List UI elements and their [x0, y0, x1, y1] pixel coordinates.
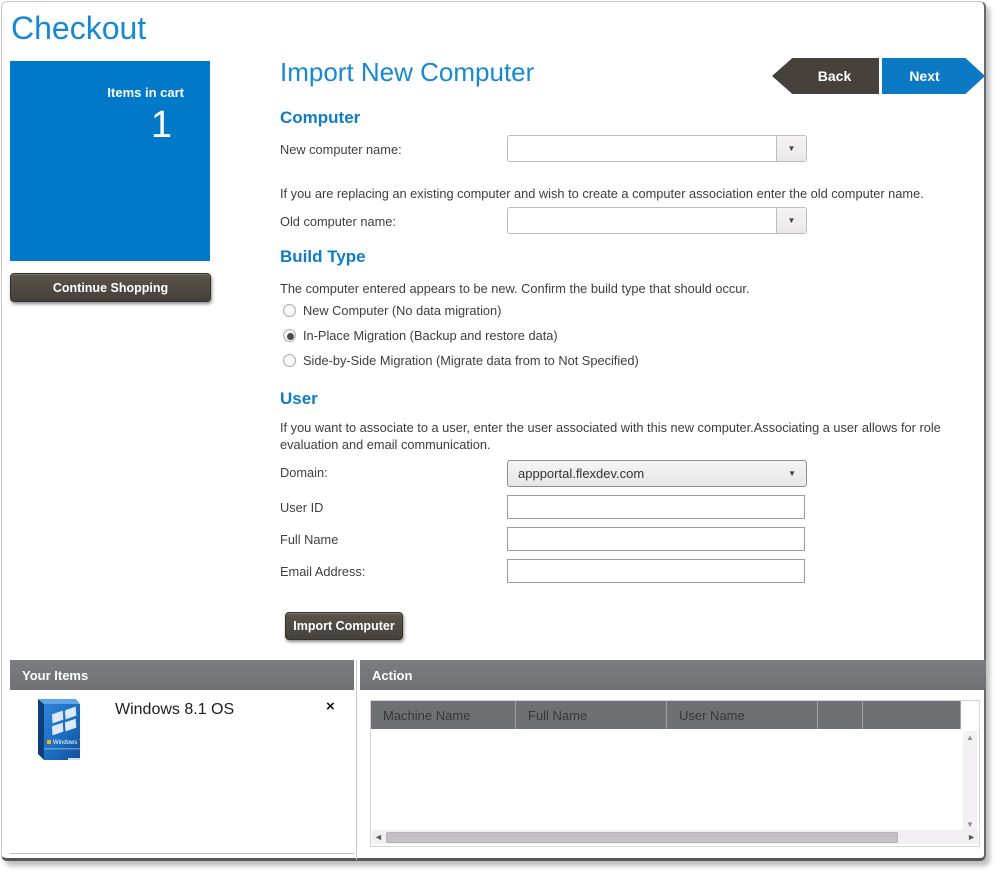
cart-item-row: Windows 7 Windows 8.1 OS ×	[10, 690, 354, 853]
new-computer-name-input[interactable]	[508, 136, 776, 161]
cart-summary-box: Items in cart 1	[10, 61, 210, 261]
old-computer-name-dropdown-button[interactable]: ▼	[776, 208, 806, 233]
continue-shopping-button[interactable]: Continue Shopping	[10, 273, 211, 302]
radio-unselected-icon[interactable]	[283, 304, 296, 317]
old-computer-name-combobox: ▼	[507, 207, 807, 234]
items-panel-divider-line	[10, 853, 354, 854]
scrollbar-thumb[interactable]	[386, 832, 898, 843]
cart-items-label: Items in cart	[10, 85, 210, 100]
panel-divider	[356, 660, 357, 860]
chevron-down-icon: ▼	[788, 144, 796, 153]
cart-count: 1	[10, 104, 210, 147]
chevron-down-icon: ▼	[788, 216, 796, 225]
email-address-field[interactable]	[507, 559, 805, 583]
computer-section-heading: Computer	[280, 108, 360, 128]
old-computer-name-label: Old computer name:	[280, 214, 396, 229]
user-id-field[interactable]	[507, 495, 805, 519]
cart-item-name: Windows 8.1 OS	[115, 701, 234, 719]
new-computer-name-dropdown-button[interactable]: ▼	[776, 136, 806, 161]
page-title: Checkout	[11, 10, 146, 47]
full-name-label: Full Name	[280, 532, 338, 547]
column-blank-2[interactable]	[863, 701, 961, 729]
build-type-note: The computer entered appears to be new. …	[280, 280, 987, 297]
scroll-right-icon[interactable]: ►	[967, 832, 976, 842]
radio-unselected-icon[interactable]	[283, 354, 296, 367]
scroll-left-icon[interactable]: ◄	[374, 832, 383, 842]
user-section-heading: User	[280, 389, 318, 409]
checkout-page: Checkout Items in cart 1 Continue Shoppi…	[1, 1, 986, 861]
user-note: If you want to associate to a user, ente…	[280, 419, 987, 453]
action-table-header: Machine Name Full Name User Name	[371, 701, 961, 729]
radio-option-label: In-Place Migration (Backup and restore d…	[303, 328, 558, 343]
build-type-section-heading: Build Type	[280, 247, 366, 267]
wizard-title: Import New Computer	[280, 57, 534, 88]
full-name-field[interactable]	[507, 527, 805, 551]
radio-option-new-computer[interactable]: New Computer (No data migration)	[283, 303, 501, 318]
radio-option-side-by-side-migration[interactable]: Side-by-Side Migration (Migrate data fro…	[283, 353, 639, 368]
association-note: If you are replacing an existing compute…	[280, 185, 987, 202]
radio-option-label: New Computer (No data migration)	[303, 303, 501, 318]
action-header: Action	[360, 660, 986, 690]
column-blank-1[interactable]	[818, 701, 863, 729]
back-button[interactable]: Back	[772, 58, 879, 94]
new-computer-name-combobox: ▼	[507, 135, 807, 162]
radio-selected-icon[interactable]	[283, 329, 296, 342]
chevron-down-icon: ▼	[788, 469, 796, 478]
radio-option-in-place-migration[interactable]: In-Place Migration (Backup and restore d…	[283, 328, 558, 343]
horizontal-scrollbar[interactable]: ◄ ►	[372, 830, 978, 844]
column-full-name[interactable]: Full Name	[516, 701, 667, 729]
scroll-up-icon[interactable]: ▲	[966, 733, 974, 742]
action-table: Machine Name Full Name User Name ▲ ▼ ◄ ►	[370, 700, 980, 847]
scroll-down-icon[interactable]: ▼	[966, 820, 974, 829]
user-id-label: User ID	[280, 500, 323, 515]
remove-item-icon[interactable]: ×	[326, 699, 335, 714]
your-items-header: Your Items	[10, 660, 354, 690]
column-machine-name[interactable]: Machine Name	[371, 701, 516, 729]
domain-select[interactable]: appportal.flexdev.com ▼	[507, 460, 807, 487]
email-address-label: Email Address:	[280, 564, 365, 579]
windows-box-art: Windows 7	[30, 696, 84, 764]
radio-option-label: Side-by-Side Migration (Migrate data fro…	[303, 353, 639, 368]
vertical-scrollbar[interactable]: ▲ ▼	[963, 731, 977, 831]
import-computer-button[interactable]: Import Computer	[285, 612, 403, 640]
svg-text:Windows 7: Windows 7	[53, 740, 83, 746]
domain-selected-value: appportal.flexdev.com	[518, 466, 644, 481]
old-computer-name-input[interactable]	[508, 208, 776, 233]
column-user-name[interactable]: User Name	[667, 701, 818, 729]
new-computer-name-label: New computer name:	[280, 142, 402, 157]
next-button[interactable]: Next	[882, 58, 985, 94]
domain-label: Domain:	[280, 465, 328, 480]
